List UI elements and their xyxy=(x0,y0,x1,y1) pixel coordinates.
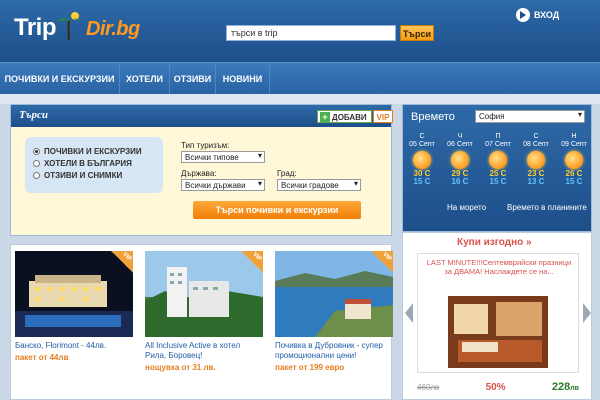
weather-mountain-link[interactable]: Времето в планините xyxy=(507,203,587,212)
nav-item-news[interactable]: НОВИНИ xyxy=(216,63,270,95)
site-logo[interactable]: Trip Dir.bg xyxy=(14,11,140,42)
sun-icon xyxy=(489,151,507,169)
deal-title[interactable]: Банско, Florimont - 44лв. xyxy=(15,341,133,351)
old-price: 460лв xyxy=(417,382,440,392)
option-reviews[interactable]: ОТЗИВИ И СНИМКИ xyxy=(33,169,155,181)
deal-card[interactable]: VIP Банско, Florimont - 44лв. пакет от 4… xyxy=(15,251,133,400)
weather-day: С 05 Септ 30 C 15 C xyxy=(409,133,435,186)
city-label: Град: xyxy=(277,169,297,178)
search-panel-title: Търси xyxy=(19,109,49,121)
nav-separator xyxy=(0,94,600,104)
vip-tag: VIP xyxy=(111,251,133,273)
option-vacations[interactable]: ПОЧИВКИ И ЕКСКУРЗИИ xyxy=(33,145,155,157)
deals-strip: VIP Банско, Florimont - 44лв. пакет от 4… xyxy=(10,244,393,400)
vip-tag: VIP xyxy=(241,251,263,273)
weather-sea-link[interactable]: На морето xyxy=(447,203,486,212)
offer-text[interactable]: LAST MINUTE!!!Септемврийски празници за … xyxy=(424,258,574,276)
new-price: 228лв xyxy=(551,381,579,393)
deal-price: пакет от 44лв xyxy=(15,353,69,362)
palm-tree-icon xyxy=(56,11,82,42)
sun-icon xyxy=(527,151,545,169)
weather-day: Н 09 Септ 26 C 15 C xyxy=(561,133,587,186)
option-hotels[interactable]: ХОТЕЛИ В БЪЛГАРИЯ xyxy=(33,157,155,169)
site-search-input[interactable]: търси в trip xyxy=(226,25,396,41)
login-button[interactable]: ВХОД xyxy=(516,8,559,22)
search-type-options: ПОЧИВКИ И ЕКСКУРЗИИ ХОТЕЛИ В БЪЛГАРИЯ ОТ… xyxy=(25,137,163,193)
site-header: Trip Dir.bg търси в trip Търси ВХОД xyxy=(0,0,600,62)
prev-arrow-icon[interactable] xyxy=(405,303,413,323)
next-arrow-icon[interactable] xyxy=(583,303,591,323)
buy-cheap-widget: Купи изгодно » LAST MINUTE!!!Септемврийс… xyxy=(402,232,592,400)
nav-item-vacations[interactable]: ПОЧИВКИ И ЕКСКУРЗИИ xyxy=(0,63,120,95)
radio-icon[interactable] xyxy=(33,159,40,167)
radio-icon[interactable] xyxy=(33,171,40,179)
offer-image[interactable] xyxy=(448,296,548,368)
offer-prices: 460лв 50% 228лв xyxy=(417,377,579,397)
search-panel: Търси ДОБАВИ VIP ПОЧИВКИ И ЕКСКУРЗИИ ХОТ… xyxy=(10,104,393,236)
nav-item-hotels[interactable]: ХОТЕЛИ xyxy=(120,63,170,95)
vip-tag: VIP xyxy=(371,251,393,273)
discount-badge: 50% xyxy=(485,381,506,393)
city-select[interactable]: Всички градове xyxy=(277,179,361,191)
weather-day: С 08 Септ 23 C 13 C xyxy=(523,133,549,186)
weather-city-select[interactable]: София xyxy=(475,110,585,123)
weather-day: Ч 06 Септ 29 C 16 C xyxy=(447,133,473,186)
radio-selected-icon[interactable] xyxy=(33,147,40,155)
deal-card[interactable]: VIP All Inclusive Active в хотел Рила, Б… xyxy=(145,251,263,400)
vip-button[interactable]: VIP xyxy=(373,110,393,123)
deal-title[interactable]: All Inclusive Active в хотел Рила, Боров… xyxy=(145,341,263,361)
main-nav: ПОЧИВКИ И ЕКСКУРЗИИ ХОТЕЛИ ОТЗИВИ НОВИНИ xyxy=(0,62,600,95)
weather-widget: Времето София С05 Септ30 C15 C Ч06 Септ2… xyxy=(402,104,592,232)
offer-card[interactable]: LAST MINUTE!!!Септемврийски празници за … xyxy=(417,253,579,373)
deal-price: нощувка от 31 лв. xyxy=(145,363,216,372)
search-submit-button[interactable]: Търси почивки и екскурзии xyxy=(193,201,361,219)
sun-icon xyxy=(413,151,431,169)
sun-icon xyxy=(451,151,469,169)
deal-price: пакет от 199 евро xyxy=(275,363,345,372)
buy-cheap-title[interactable]: Купи изгодно » xyxy=(457,237,532,248)
weather-title: Времето xyxy=(411,111,455,123)
weather-day: П 07 Септ 25 C 15 C xyxy=(485,133,511,186)
weather-forecast: С 05 Септ 30 C 15 C Ч 06 Септ 29 C 16 C П 07 Се… xyxy=(403,133,593,199)
country-label: Държава: xyxy=(181,169,217,178)
sun-icon xyxy=(565,151,583,169)
type-label: Тип туризъм: xyxy=(181,141,230,150)
deal-title[interactable]: Почивка в Дубровник - супер промоционалн… xyxy=(275,341,393,361)
site-search-button[interactable]: Търси xyxy=(400,25,434,41)
country-select[interactable]: Всички държави xyxy=(181,179,265,191)
search-panel-header: Търси ДОБАВИ VIP xyxy=(11,105,393,127)
deal-card[interactable]: VIP Почивка в Дубровник - супер промоцио… xyxy=(275,251,393,400)
login-icon xyxy=(516,8,530,22)
add-button[interactable]: ДОБАВИ xyxy=(317,110,372,123)
type-select[interactable]: Всички типове xyxy=(181,151,265,163)
nav-item-reviews[interactable]: ОТЗИВИ xyxy=(170,63,216,95)
